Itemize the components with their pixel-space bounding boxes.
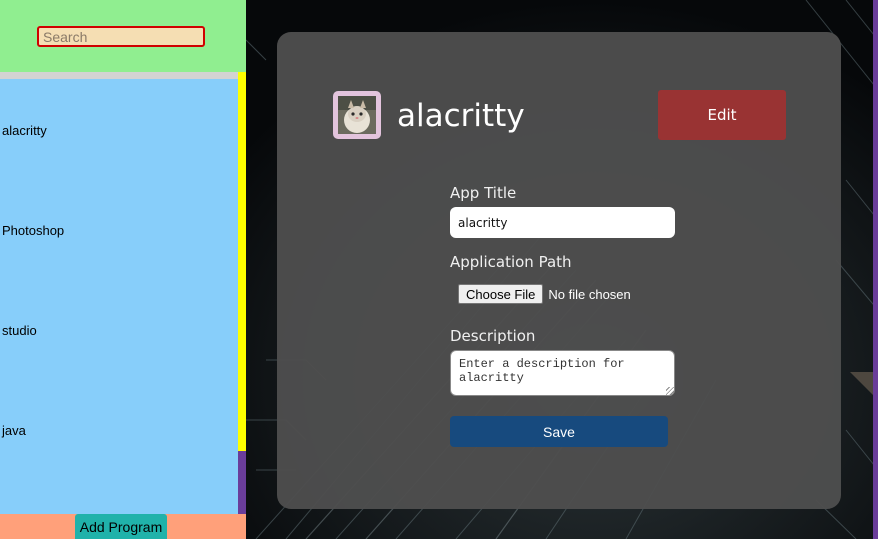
program-item-photoshop[interactable]: Photoshop xyxy=(2,223,64,238)
app-avatar xyxy=(333,91,381,139)
program-item-java[interactable]: java xyxy=(2,423,26,438)
window-edge xyxy=(873,0,878,539)
scrollbar[interactable] xyxy=(238,72,246,514)
program-list: alacritty Photoshop studio java xyxy=(0,79,238,514)
edit-button[interactable]: Edit xyxy=(658,90,786,140)
add-program-button[interactable]: Add Program xyxy=(75,514,167,539)
app-title-input[interactable] xyxy=(450,207,675,238)
app-path-label: Application Path xyxy=(450,253,572,271)
description-label: Description xyxy=(450,327,536,345)
scrollbar-thumb[interactable] xyxy=(238,72,246,451)
sidebar: alacritty Photoshop studio java Add Prog… xyxy=(0,0,246,539)
program-item-studio[interactable]: studio xyxy=(2,323,37,338)
program-item-alacritty[interactable]: alacritty xyxy=(2,123,47,138)
app-name-heading: alacritty xyxy=(397,98,525,134)
sidebar-footer: Add Program xyxy=(0,514,246,539)
app-title-label: App Title xyxy=(450,184,517,202)
file-status-text: No file chosen xyxy=(548,286,631,302)
search-input[interactable] xyxy=(37,26,205,47)
description-input[interactable] xyxy=(450,350,675,396)
cat-avatar-image xyxy=(338,96,376,134)
save-button[interactable]: Save xyxy=(450,416,668,447)
program-detail-panel: alacritty Edit App Title Application Pat… xyxy=(277,32,841,509)
textarea-resize-handle[interactable] xyxy=(666,387,674,395)
divider xyxy=(0,72,246,79)
file-picker: Choose File No file chosen xyxy=(458,284,631,304)
choose-file-button[interactable]: Choose File xyxy=(458,284,544,304)
search-area xyxy=(0,0,246,72)
